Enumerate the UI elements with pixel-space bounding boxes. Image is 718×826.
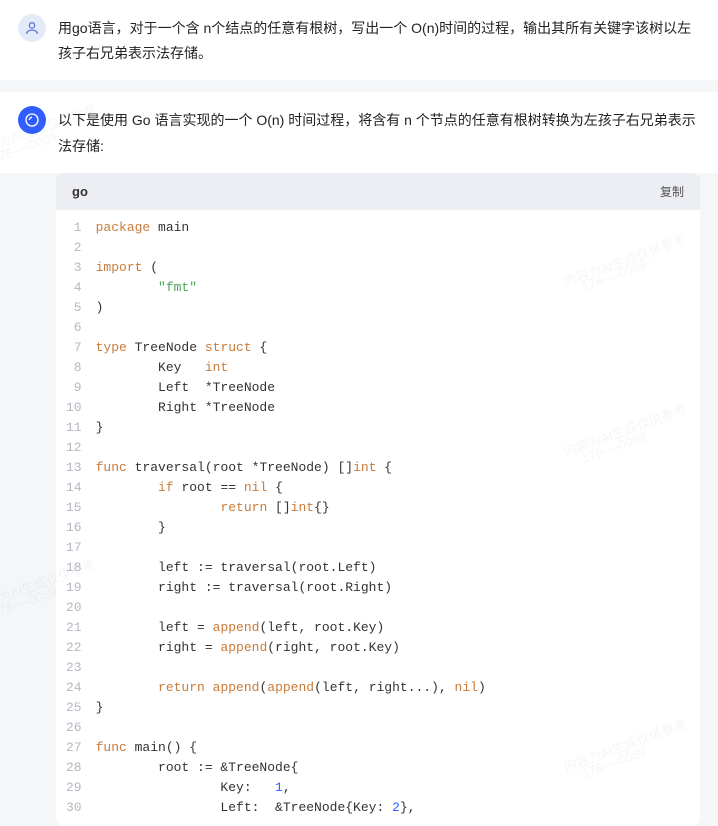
- code-line: }: [96, 698, 700, 718]
- line-number: 4: [66, 278, 82, 298]
- code-line: func main() {: [96, 738, 700, 758]
- line-number: 24: [66, 678, 82, 698]
- line-number: 30: [66, 798, 82, 818]
- code-line: root := &TreeNode{: [96, 758, 700, 778]
- line-number: 16: [66, 518, 82, 538]
- watermark: 178----0069: [0, 584, 58, 621]
- line-number: 18: [66, 558, 82, 578]
- line-number: 28: [66, 758, 82, 778]
- line-number: 22: [66, 638, 82, 658]
- line-number: 14: [66, 478, 82, 498]
- ai-message: 以下是使用 Go 语言实现的一个 O(n) 时间过程，将含有 n 个节点的任意有…: [0, 92, 718, 172]
- line-numbers: 1234567891011121314151617181920212223242…: [56, 218, 96, 818]
- code-line: left = append(left, root.Key): [96, 618, 700, 638]
- line-number: 8: [66, 358, 82, 378]
- code-block: go 复制 1234567891011121314151617181920212…: [56, 173, 700, 826]
- line-number: 26: [66, 718, 82, 738]
- code-line: ): [96, 298, 700, 318]
- code-content[interactable]: package main import ( "fmt") type TreeNo…: [96, 218, 700, 818]
- user-message: 用go语言，对于一个含 n个结点的任意有根树，写出一个 O(n)时间的过程，输出…: [0, 0, 718, 80]
- copy-button[interactable]: 复制: [660, 183, 684, 200]
- line-number: 15: [66, 498, 82, 518]
- line-number: 1: [66, 218, 82, 238]
- line-number: 12: [66, 438, 82, 458]
- code-line: [96, 658, 700, 678]
- line-number: 20: [66, 598, 82, 618]
- line-number: 9: [66, 378, 82, 398]
- code-header: go 复制: [56, 173, 700, 210]
- code-line: }: [96, 418, 700, 438]
- code-line: if root == nil {: [96, 478, 700, 498]
- code-line: [96, 438, 700, 458]
- code-line: import (: [96, 258, 700, 278]
- code-line: [96, 238, 700, 258]
- line-number: 13: [66, 458, 82, 478]
- code-line: right = append(right, root.Key): [96, 638, 700, 658]
- line-number: 23: [66, 658, 82, 678]
- code-line: "fmt": [96, 278, 700, 298]
- code-line: [96, 538, 700, 558]
- code-line: Key int: [96, 358, 700, 378]
- line-number: 7: [66, 338, 82, 358]
- code-line: return []int{}: [96, 498, 700, 518]
- code-line: left := traversal(root.Left): [96, 558, 700, 578]
- line-number: 2: [66, 238, 82, 258]
- code-line: Left *TreeNode: [96, 378, 700, 398]
- code-line: Left: &TreeNode{Key: 2},: [96, 798, 700, 818]
- ai-avatar-icon: [18, 106, 46, 134]
- code-line: package main: [96, 218, 700, 238]
- line-number: 27: [66, 738, 82, 758]
- line-number: 5: [66, 298, 82, 318]
- code-line: return append(append(left, right...), ni…: [96, 678, 700, 698]
- code-language-label: go: [72, 184, 88, 199]
- code-line: Key: 1,: [96, 778, 700, 798]
- code-line: Right *TreeNode: [96, 398, 700, 418]
- code-line: func traversal(root *TreeNode) []int {: [96, 458, 700, 478]
- line-number: 29: [66, 778, 82, 798]
- code-line: }: [96, 518, 700, 538]
- line-number: 25: [66, 698, 82, 718]
- code-line: right := traversal(root.Right): [96, 578, 700, 598]
- line-number: 17: [66, 538, 82, 558]
- code-line: [96, 718, 700, 738]
- line-number: 19: [66, 578, 82, 598]
- code-body: 1234567891011121314151617181920212223242…: [56, 210, 700, 826]
- line-number: 6: [66, 318, 82, 338]
- ai-message-text: 以下是使用 Go 语言实现的一个 O(n) 时间过程，将含有 n 个节点的任意有…: [58, 106, 700, 158]
- code-line: [96, 598, 700, 618]
- line-number: 11: [66, 418, 82, 438]
- user-message-text: 用go语言，对于一个含 n个结点的任意有根树，写出一个 O(n)时间的过程，输出…: [58, 14, 700, 66]
- user-avatar-icon: [18, 14, 46, 42]
- line-number: 10: [66, 398, 82, 418]
- line-number: 21: [66, 618, 82, 638]
- line-number: 3: [66, 258, 82, 278]
- code-line: [96, 318, 700, 338]
- code-line: type TreeNode struct {: [96, 338, 700, 358]
